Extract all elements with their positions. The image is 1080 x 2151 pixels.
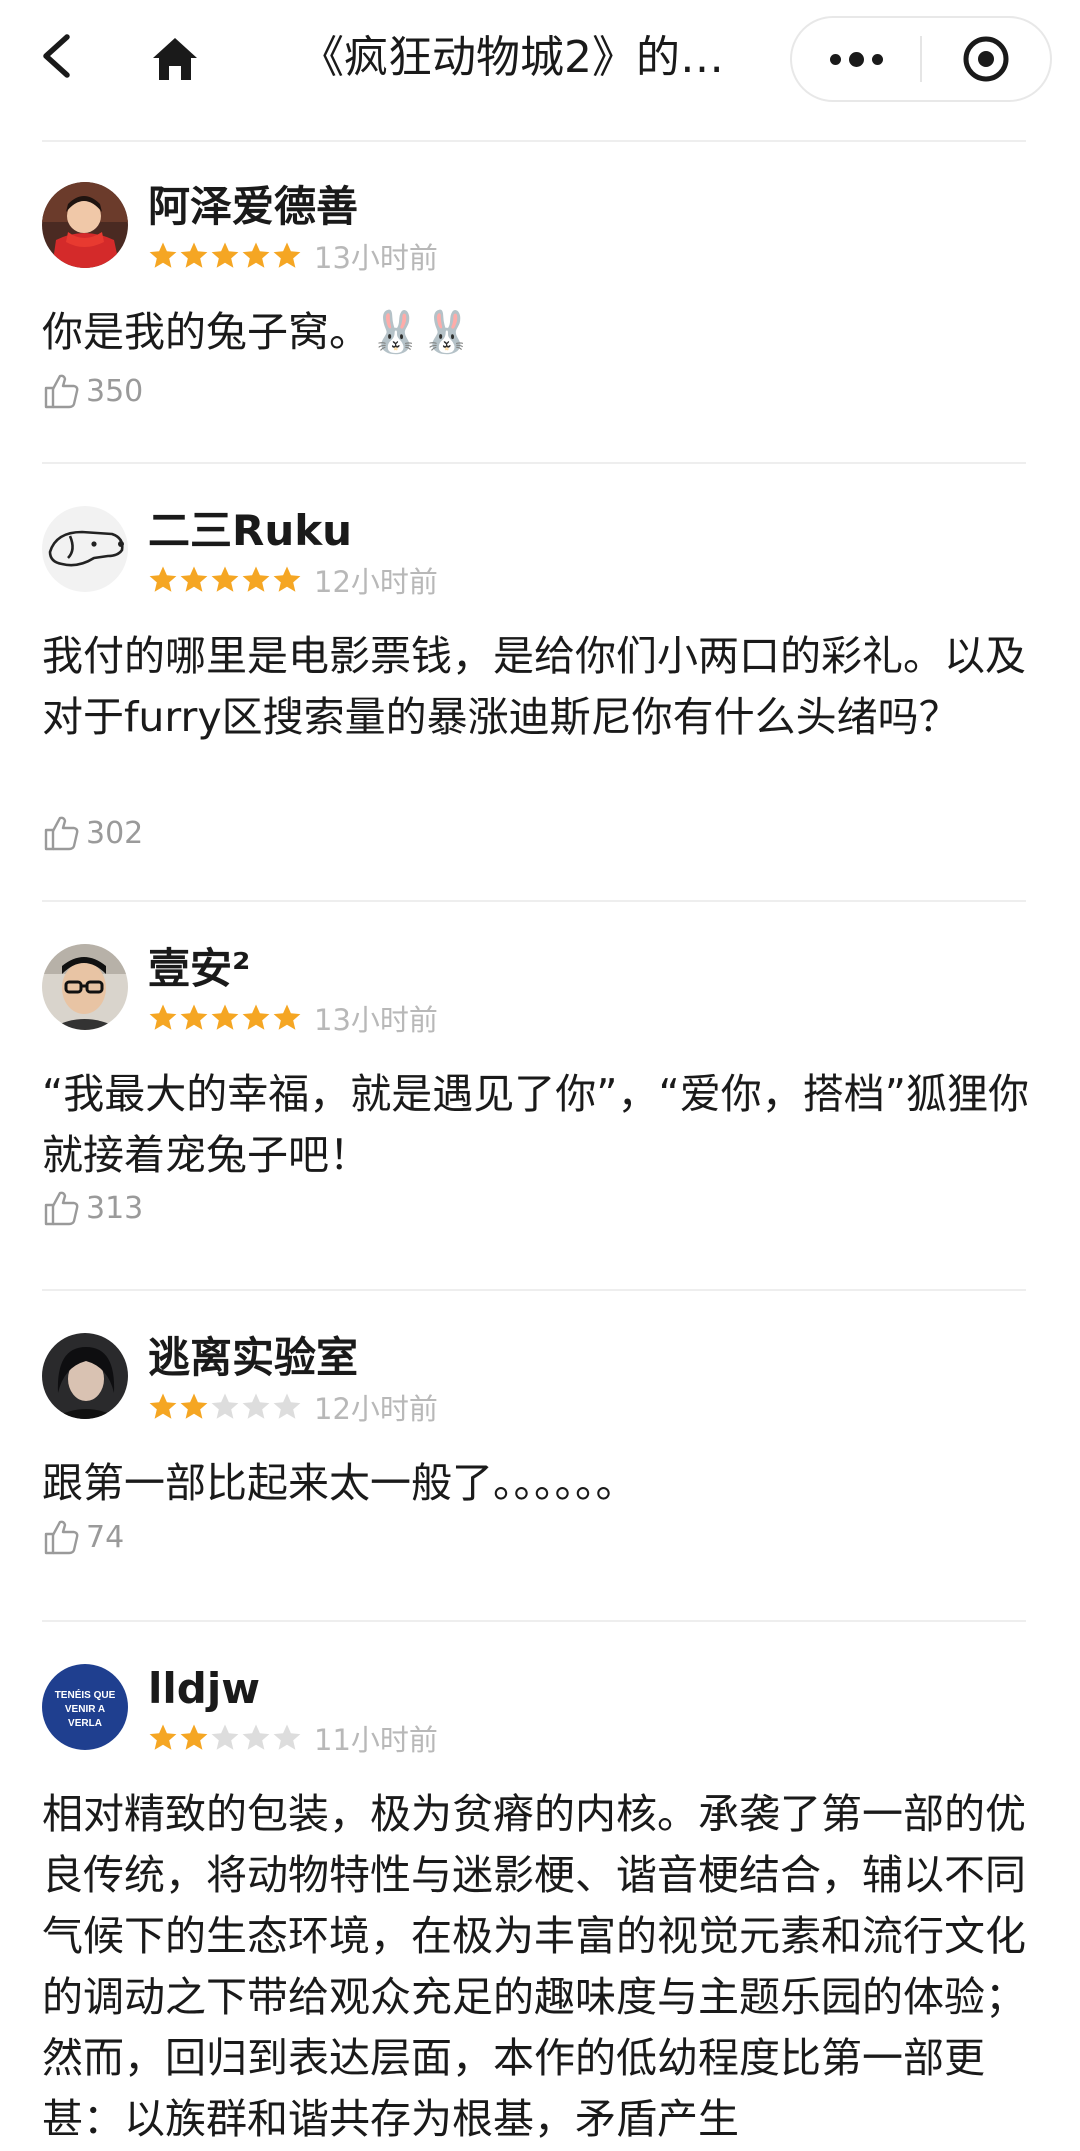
- photo-avatar-dark: [42, 1333, 128, 1419]
- avatar[interactable]: [42, 944, 128, 1030]
- back-button[interactable]: [28, 28, 84, 84]
- star-rating: [148, 1392, 302, 1422]
- star-filled-icon: [149, 1393, 177, 1419]
- star-filled-icon: [242, 1004, 270, 1030]
- avatar[interactable]: [42, 182, 128, 268]
- like-button[interactable]: 302: [42, 814, 143, 852]
- timestamp: 12小时前: [314, 565, 438, 599]
- thumbs-up-icon: [44, 374, 79, 409]
- star-rating: [148, 241, 302, 271]
- star-empty-icon: [273, 1724, 301, 1750]
- like-count: 74: [86, 1519, 125, 1555]
- comment-item: 二三Ruku 12小时前 我付的哪里是电影票钱，是给你们小两口的彩礼。以及对于f…: [42, 506, 1032, 866]
- star-filled-icon: [180, 242, 208, 268]
- star-filled-icon: [149, 1004, 177, 1030]
- star-empty-icon: [211, 1724, 239, 1750]
- more-dots-icon: [829, 51, 883, 67]
- star-filled-icon: [273, 242, 301, 268]
- top-nav-bar: 《疯狂动物城2》的…: [0, 0, 1080, 120]
- rating-meta: 11小时前: [148, 1720, 438, 1757]
- star-filled-icon: [242, 566, 270, 592]
- more-button[interactable]: [792, 18, 920, 100]
- close-button[interactable]: [922, 18, 1050, 100]
- username[interactable]: 逃离实验室: [148, 1333, 358, 1383]
- thumbs-up-icon: [44, 1191, 79, 1226]
- comment-text: 相对精致的包装，极为贫瘠的内核。承袭了第一部的优良传统，将动物特性与迷影梗、谐音…: [42, 1790, 1026, 2143]
- comment-item: 逃离实验室 12小时前 跟第一部比起来太一般了。。。。。。 74: [42, 1333, 1032, 1593]
- dog-sketch-avatar: [42, 506, 128, 592]
- comment-text: 跟第一部比起来太一般了。。。。。。: [42, 1459, 637, 1507]
- comment-item: TENÉIS QUE VENIR A VERLA lldjw 11小时前 相对精…: [42, 1664, 1032, 2151]
- timestamp: 11小时前: [314, 1723, 438, 1757]
- rating-meta: 12小时前: [148, 562, 438, 599]
- star-filled-icon: [149, 1724, 177, 1750]
- username[interactable]: 二三Ruku: [148, 506, 352, 556]
- comment-item: 阿泽爱德善 13小时前 你是我的兔子窝。🐰🐰 350: [42, 182, 1032, 432]
- section-divider: [42, 1289, 1026, 1291]
- svg-text:VERLA: VERLA: [68, 1718, 102, 1729]
- star-filled-icon: [211, 242, 239, 268]
- like-count: 302: [86, 815, 144, 851]
- star-filled-icon: [149, 566, 177, 592]
- svg-text:VENIR A: VENIR A: [65, 1704, 105, 1715]
- like-button[interactable]: 350: [42, 372, 143, 410]
- avatar[interactable]: TENÉIS QUE VENIR A VERLA: [42, 1664, 128, 1750]
- timestamp: 13小时前: [314, 1003, 438, 1037]
- username[interactable]: 壹安²: [148, 944, 250, 994]
- avatar[interactable]: [42, 506, 128, 592]
- photo-avatar-red-scarf: [42, 182, 128, 268]
- home-icon: [153, 38, 197, 80]
- star-rating: [148, 1003, 302, 1033]
- star-filled-icon: [242, 242, 270, 268]
- comment-text: “我最大的幸福，就是遇见了你”，“爱你，搭档”狐狸你就接着宠兔子吧！: [42, 1070, 1029, 1179]
- avatar[interactable]: [42, 1333, 128, 1419]
- section-divider: [42, 1620, 1026, 1622]
- home-button[interactable]: [144, 28, 206, 90]
- thumbs-up-icon: [44, 1520, 79, 1555]
- star-filled-icon: [211, 1004, 239, 1030]
- star-empty-icon: [242, 1393, 270, 1419]
- section-divider: [42, 900, 1026, 902]
- username[interactable]: 阿泽爱德善: [148, 182, 358, 232]
- comment-text: 你是我的兔子窝。🐰🐰: [42, 308, 473, 356]
- comment-item: 壹安² 13小时前 “我最大的幸福，就是遇见了你”，“爱你，搭档”狐狸你就接着宠…: [42, 944, 1032, 1244]
- timestamp: 12小时前: [314, 1392, 438, 1426]
- rating-meta: 12小时前: [148, 1389, 438, 1426]
- star-filled-icon: [149, 242, 177, 268]
- star-filled-icon: [180, 1724, 208, 1750]
- star-filled-icon: [180, 1004, 208, 1030]
- target-close-icon: [963, 36, 1009, 82]
- star-rating: [148, 1723, 302, 1753]
- timestamp: 13小时前: [314, 241, 438, 275]
- blue-badge-avatar: TENÉIS QUE VENIR A VERLA: [42, 1664, 128, 1750]
- back-arrow-icon: [43, 34, 70, 78]
- thumbs-up-icon: [44, 816, 79, 851]
- star-empty-icon: [242, 1724, 270, 1750]
- star-filled-icon: [180, 566, 208, 592]
- star-empty-icon: [273, 1393, 301, 1419]
- like-count: 350: [86, 373, 144, 409]
- star-filled-icon: [273, 1004, 301, 1030]
- username[interactable]: lldjw: [148, 1664, 260, 1714]
- like-button[interactable]: 74: [42, 1518, 124, 1556]
- mini-program-capsule: [790, 16, 1052, 102]
- rating-meta: 13小时前: [148, 238, 438, 275]
- star-filled-icon: [273, 566, 301, 592]
- page-title: 《疯狂动物城2》的…: [300, 32, 724, 83]
- star-rating: [148, 565, 302, 595]
- like-count: 313: [86, 1190, 144, 1226]
- like-button[interactable]: 313: [42, 1189, 143, 1227]
- section-divider: [42, 140, 1026, 142]
- star-empty-icon: [211, 1393, 239, 1419]
- star-filled-icon: [211, 566, 239, 592]
- rating-meta: 13小时前: [148, 1000, 438, 1037]
- photo-avatar-glasses: [42, 944, 128, 1030]
- star-filled-icon: [180, 1393, 208, 1419]
- comment-text: 我付的哪里是电影票钱，是给你们小两口的彩礼。以及对于furry区搜索量的暴涨迪斯…: [42, 632, 1026, 741]
- svg-text:TENÉIS QUE: TENÉIS QUE: [55, 1688, 116, 1701]
- section-divider: [42, 462, 1026, 464]
